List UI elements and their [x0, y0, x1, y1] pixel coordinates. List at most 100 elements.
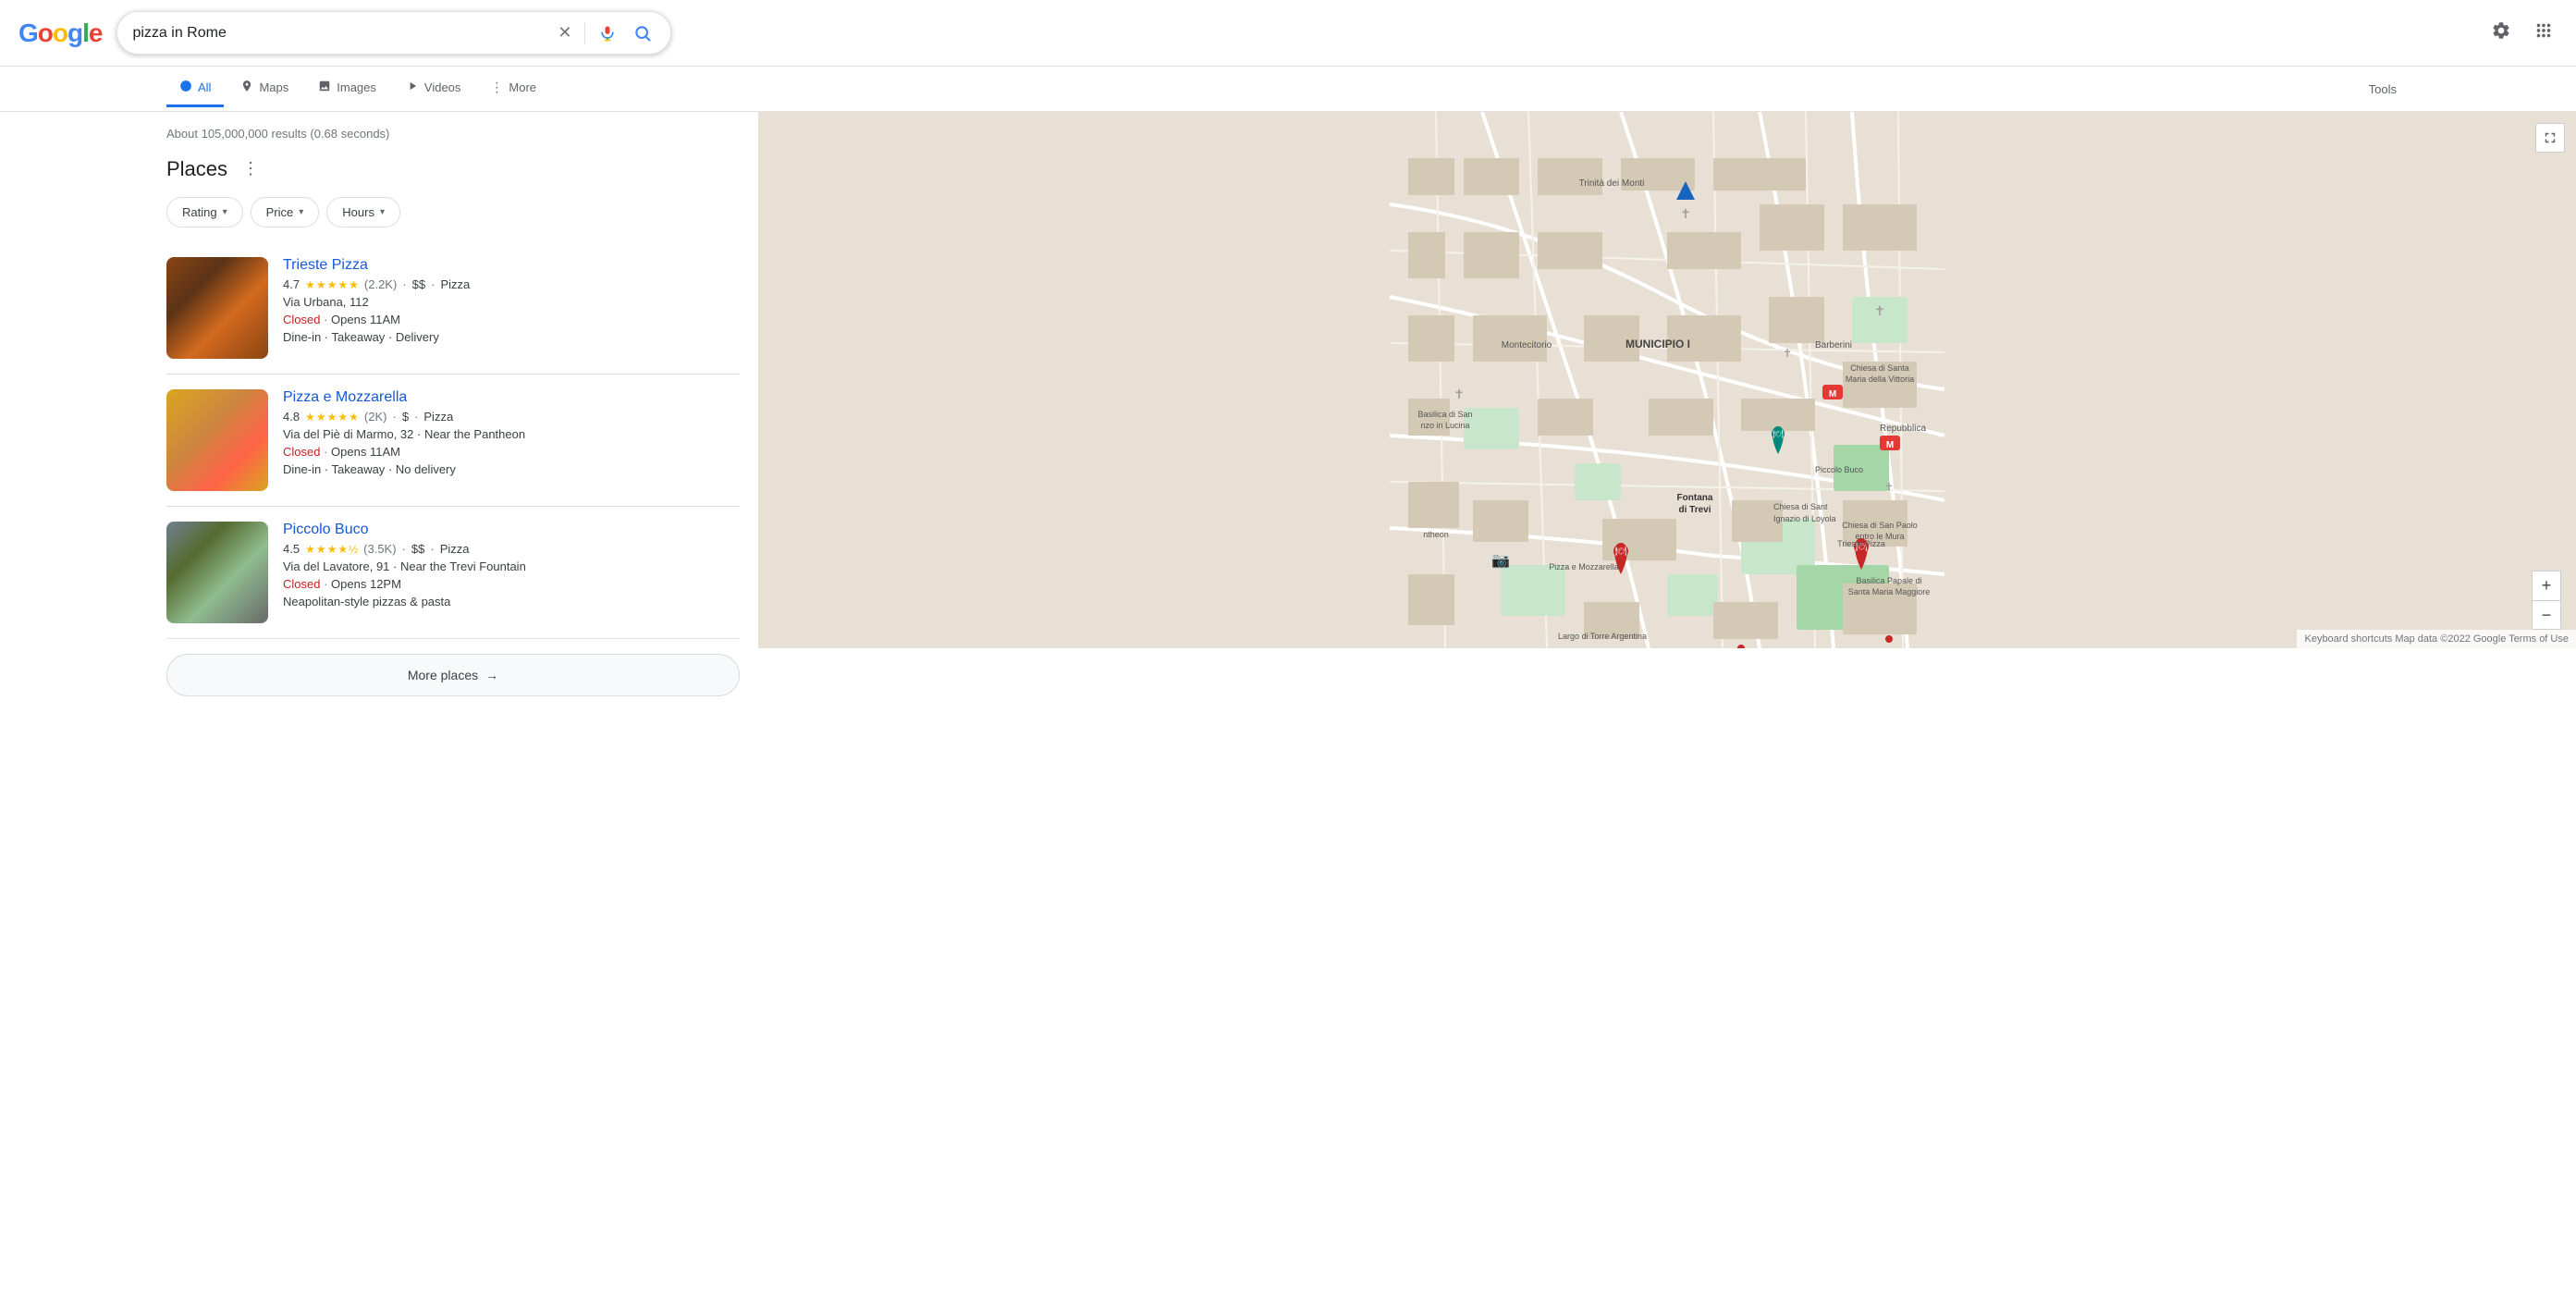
mozzarella-price: $ [402, 410, 409, 424]
trieste-address: Via Urbana, 112 [283, 295, 740, 309]
svg-text:di Trevi: di Trevi [1678, 505, 1711, 515]
price-filter-button[interactable]: Price ▾ [251, 197, 320, 227]
svg-text:Basilica di San: Basilica di San [1417, 410, 1472, 419]
main-content: About 105,000,000 results (0.68 seconds)… [0, 112, 2576, 739]
more-dots-icon: ⋮ [490, 80, 503, 95]
piccolo-category: Pizza [440, 542, 470, 556]
svg-text:✝: ✝ [1783, 347, 1792, 360]
header: Google ✕ [0, 0, 2576, 67]
mozzarella-hours: Closed · Opens 11AM [283, 445, 740, 459]
settings-button[interactable] [2487, 17, 2515, 50]
rating-chevron-icon: ▾ [223, 207, 227, 217]
rating-filter-button[interactable]: Rating ▾ [166, 197, 243, 227]
svg-text:M: M [1886, 440, 1894, 450]
star-4: ★ [337, 543, 348, 556]
svg-text:entro le Mura: entro le Mura [1855, 532, 1904, 541]
pizza-mozzarella-name[interactable]: Pizza e Mozzarella [283, 389, 740, 406]
nav-item-images[interactable]: Images [305, 70, 389, 107]
trieste-pizza-name[interactable]: Trieste Pizza [283, 257, 740, 274]
google-logo[interactable]: Google [18, 18, 102, 48]
places-more-options-button[interactable]: ⋮ [239, 155, 263, 182]
place-card-pizza-mozzarella: Pizza e Mozzarella 4.8 ★ ★ ★ ★ ★ (2K) · … [166, 375, 740, 507]
results-info: About 105,000,000 results (0.68 seconds) [166, 127, 740, 141]
piccolo-hours: Closed · Opens 12PM [283, 577, 740, 591]
map-expand-button[interactable] [2535, 123, 2565, 153]
search-input[interactable] [132, 25, 543, 42]
piccolo-buco-info: Piccolo Buco 4.5 ★ ★ ★ ★ ½ (3.5K) · $$ ·… [283, 522, 740, 623]
svg-text:Trinità dei Monti: Trinità dei Monti [1579, 178, 1645, 189]
piccolo-buco-image[interactable] [166, 522, 268, 623]
trieste-pizza-meta: 4.7 ★ ★ ★ ★ ★ (2.2K) · $$ · Pizza [283, 277, 740, 291]
apps-icon [2533, 20, 2554, 41]
piccolo-buco-name[interactable]: Piccolo Buco [283, 522, 740, 538]
piccolo-buco-meta: 4.5 ★ ★ ★ ★ ½ (3.5K) · $$ · Pizza [283, 542, 740, 556]
hours-filter-label: Hours [342, 205, 374, 219]
svg-text:Ignazio di Loyola: Ignazio di Loyola [1773, 514, 1836, 523]
mozzarella-address: Via del Piè di Marmo, 32 · Near the Pant… [283, 427, 740, 441]
svg-text:Montecitorio: Montecitorio [1502, 340, 1552, 350]
svg-text:🍽: 🍽 [1615, 546, 1627, 557]
star-3: ★ [327, 411, 337, 424]
nav-item-more[interactable]: ⋮ More [477, 70, 549, 107]
star-5: ½ [349, 543, 358, 556]
voice-search-button[interactable] [595, 20, 620, 46]
nav-item-all[interactable]: All [166, 70, 224, 107]
price-chevron-icon: ▾ [299, 207, 303, 217]
left-panel: About 105,000,000 results (0.68 seconds)… [0, 112, 758, 739]
clear-icon: ✕ [558, 23, 571, 43]
svg-text:M: M [1829, 389, 1836, 399]
piccolo-opens-time: Opens 12PM [331, 577, 401, 591]
map-container[interactable]: M M 🍽 🍽 [758, 112, 2576, 648]
apps-button[interactable] [2530, 17, 2558, 50]
search-button[interactable] [630, 20, 656, 46]
mozzarella-opens-time: Opens 11AM [331, 445, 400, 459]
zoom-out-button[interactable]: − [2532, 600, 2561, 630]
svg-text:Chiesa di Santa: Chiesa di Santa [1850, 363, 1909, 373]
star-1: ★ [305, 411, 315, 424]
piccolo-price: $$ [411, 542, 424, 556]
search-icons: ✕ [554, 19, 656, 46]
star-5: ★ [349, 411, 359, 424]
hours-filter-button[interactable]: Hours ▾ [326, 197, 400, 227]
rating-filter-label: Rating [182, 205, 217, 219]
svg-text:Pizza e Mozzarella: Pizza e Mozzarella [1549, 562, 1619, 571]
search-bar-container: ✕ [117, 11, 671, 55]
videos-icon [406, 80, 419, 95]
trieste-opens-time: Opens 11AM [331, 313, 400, 326]
pizza-mozzarella-meta: 4.8 ★ ★ ★ ★ ★ (2K) · $ · Pizza [283, 410, 740, 424]
trieste-rating-count: (2.2K) [364, 277, 397, 291]
mozzarella-stars: ★ ★ ★ ★ ★ [305, 411, 359, 424]
map-svg: M M 🍽 🍽 [758, 112, 2576, 648]
trieste-rating-value: 4.7 [283, 277, 300, 291]
trieste-stars: ★ ★ ★ ★ ★ [305, 278, 359, 291]
trieste-category: Pizza [440, 277, 470, 291]
trieste-hours: Closed · Opens 11AM [283, 313, 740, 326]
svg-text:Chiesa di Sant: Chiesa di Sant [1773, 502, 1828, 511]
more-places-button[interactable]: More places → [166, 654, 740, 696]
place-card-trieste-pizza: Trieste Pizza 4.7 ★ ★ ★ ★ ★ (2.2K) · $$ … [166, 242, 740, 375]
nav-item-maps[interactable]: Maps [227, 70, 301, 107]
expand-icon [2542, 129, 2558, 146]
svg-text:Santa Maria Maggiore: Santa Maria Maggiore [1848, 587, 1931, 596]
all-icon [179, 80, 192, 95]
nav-item-videos[interactable]: Videos [393, 70, 474, 107]
mic-icon [598, 24, 617, 43]
svg-text:✝: ✝ [1874, 303, 1885, 318]
svg-text:Maria della Vittoria: Maria della Vittoria [1846, 375, 1914, 384]
mozzarella-features: Dine-in · Takeaway · No delivery [283, 462, 740, 476]
mozzarella-rating-value: 4.8 [283, 410, 300, 424]
search-bar: ✕ [117, 11, 671, 55]
svg-text:Piccolo Buco: Piccolo Buco [1815, 465, 1863, 474]
star-1: ★ [305, 543, 315, 556]
clear-button[interactable]: ✕ [554, 19, 575, 46]
places-header: Places ⋮ [166, 155, 740, 182]
place-card-piccolo-buco: Piccolo Buco 4.5 ★ ★ ★ ★ ½ (3.5K) · $$ ·… [166, 507, 740, 639]
mozzarella-rating-count: (2K) [364, 410, 387, 424]
right-panel: M M 🍽 🍽 [758, 112, 2576, 739]
svg-text:✝: ✝ [1884, 481, 1894, 494]
nav-tools[interactable]: Tools [2356, 73, 2410, 105]
star-3: ★ [327, 278, 337, 291]
trieste-pizza-image[interactable] [166, 257, 268, 359]
pizza-mozzarella-image[interactable] [166, 389, 268, 491]
zoom-in-button[interactable]: + [2532, 571, 2561, 600]
